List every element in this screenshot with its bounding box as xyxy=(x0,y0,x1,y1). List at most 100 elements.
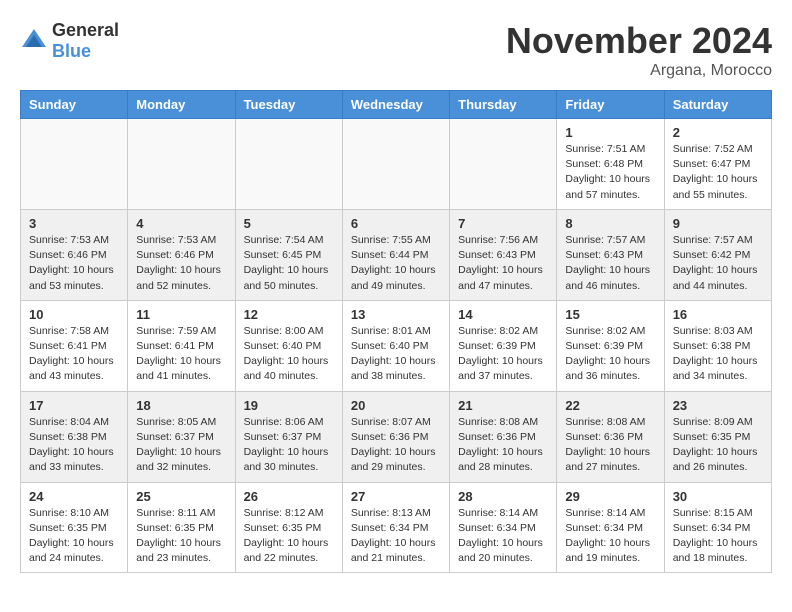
calendar-cell: 19 Sunrise: 8:06 AMSunset: 6:37 PMDayligh… xyxy=(235,391,342,482)
calendar-cell: 28Sunrise: 8:14 AMSunset: 6:34 PMDayligh… xyxy=(450,482,557,573)
day-number: 5 xyxy=(244,216,334,231)
calendar-cell: 10Sunrise: 7:58 AMSunset: 6:41 PMDayligh… xyxy=(21,300,128,391)
cell-info: Sunrise: 8:03 AMSunset: 6:38 PMDaylight:… xyxy=(673,324,763,385)
calendar-week-2: 3 Sunrise: 7:53 AMSunset: 6:46 PMDaylight… xyxy=(21,209,772,300)
calendar-cell: 2 Sunrise: 7:52 AMSunset: 6:47 PMDaylight… xyxy=(664,119,771,210)
calendar-cell: 17Sunrise: 8:04 AMSunset: 6:38 PMDayligh… xyxy=(21,391,128,482)
day-number: 26 xyxy=(244,489,334,504)
cell-info: Sunrise: 8:14 AMSunset: 6:34 PMDaylight:… xyxy=(458,506,548,567)
day-number: 3 xyxy=(29,216,119,231)
day-number: 18 xyxy=(136,398,226,413)
day-number: 29 xyxy=(565,489,655,504)
cell-info: Sunrise: 7:51 AMSunset: 6:48 PMDaylight:… xyxy=(565,142,655,203)
day-number: 10 xyxy=(29,307,119,322)
day-number: 30 xyxy=(673,489,763,504)
cell-info: Sunrise: 7:53 AMSunset: 6:46 PMDaylight:… xyxy=(136,233,226,294)
calendar-cell: 29 Sunrise: 8:14 AMSunset: 6:34 PMDayligh… xyxy=(557,482,664,573)
logo-blue-text: Blue xyxy=(52,41,91,61)
calendar-cell: 5 Sunrise: 7:54 AMSunset: 6:45 PMDaylight… xyxy=(235,209,342,300)
calendar-cell xyxy=(21,119,128,210)
cell-info: Sunrise: 8:08 AMSunset: 6:36 PMDaylight:… xyxy=(458,415,548,476)
weekday-header-wednesday: Wednesday xyxy=(342,91,449,119)
weekday-header-saturday: Saturday xyxy=(664,91,771,119)
logo-icon xyxy=(20,27,48,55)
day-number: 2 xyxy=(673,125,763,140)
calendar-cell: 9 Sunrise: 7:57 AMSunset: 6:42 PMDaylight… xyxy=(664,209,771,300)
calendar-cell: 16 Sunrise: 8:03 AMSunset: 6:38 PMDayligh… xyxy=(664,300,771,391)
cell-info: Sunrise: 8:02 AMSunset: 6:39 PMDaylight:… xyxy=(458,324,548,385)
calendar-cell: 22 Sunrise: 8:08 AMSunset: 6:36 PMDayligh… xyxy=(557,391,664,482)
day-number: 17 xyxy=(29,398,119,413)
cell-info: Sunrise: 7:56 AMSunset: 6:43 PMDaylight:… xyxy=(458,233,548,294)
calendar-week-4: 17Sunrise: 8:04 AMSunset: 6:38 PMDayligh… xyxy=(21,391,772,482)
weekday-header-friday: Friday xyxy=(557,91,664,119)
cell-info: Sunrise: 8:05 AMSunset: 6:37 PMDaylight:… xyxy=(136,415,226,476)
weekday-header-sunday: Sunday xyxy=(21,91,128,119)
day-number: 8 xyxy=(565,216,655,231)
cell-info: Sunrise: 7:59 AMSunset: 6:41 PMDaylight:… xyxy=(136,324,226,385)
cell-info: Sunrise: 8:06 AMSunset: 6:37 PMDaylight:… xyxy=(244,415,334,476)
day-number: 24 xyxy=(29,489,119,504)
weekday-header-monday: Monday xyxy=(128,91,235,119)
calendar-cell xyxy=(342,119,449,210)
calendar-cell: 18 Sunrise: 8:05 AMSunset: 6:37 PMDayligh… xyxy=(128,391,235,482)
calendar-cell: 21Sunrise: 8:08 AMSunset: 6:36 PMDayligh… xyxy=(450,391,557,482)
calendar-cell: 7 Sunrise: 7:56 AMSunset: 6:43 PMDaylight… xyxy=(450,209,557,300)
calendar-cell: 24 Sunrise: 8:10 AMSunset: 6:35 PMDayligh… xyxy=(21,482,128,573)
day-number: 11 xyxy=(136,307,226,322)
cell-info: Sunrise: 8:00 AMSunset: 6:40 PMDaylight:… xyxy=(244,324,334,385)
cell-info: Sunrise: 7:55 AMSunset: 6:44 PMDaylight:… xyxy=(351,233,441,294)
title-area: November 2024 Argana, Morocco xyxy=(506,20,772,80)
weekday-header-row: SundayMondayTuesdayWednesdayThursdayFrid… xyxy=(21,91,772,119)
cell-info: Sunrise: 7:54 AMSunset: 6:45 PMDaylight:… xyxy=(244,233,334,294)
calendar-cell xyxy=(128,119,235,210)
day-number: 20 xyxy=(351,398,441,413)
calendar-cell: 8 Sunrise: 7:57 AMSunset: 6:43 PMDaylight… xyxy=(557,209,664,300)
month-title: November 2024 xyxy=(506,20,772,62)
calendar-table: SundayMondayTuesdayWednesdayThursdayFrid… xyxy=(20,90,772,573)
cell-info: Sunrise: 8:14 AMSunset: 6:34 PMDaylight:… xyxy=(565,506,655,567)
calendar-cell: 15Sunrise: 8:02 AMSunset: 6:39 PMDayligh… xyxy=(557,300,664,391)
cell-info: Sunrise: 7:57 AMSunset: 6:42 PMDaylight:… xyxy=(673,233,763,294)
cell-info: Sunrise: 8:09 AMSunset: 6:35 PMDaylight:… xyxy=(673,415,763,476)
day-number: 16 xyxy=(673,307,763,322)
calendar-cell: 13 Sunrise: 8:01 AMSunset: 6:40 PMDayligh… xyxy=(342,300,449,391)
day-number: 6 xyxy=(351,216,441,231)
cell-info: Sunrise: 7:57 AMSunset: 6:43 PMDaylight:… xyxy=(565,233,655,294)
day-number: 12 xyxy=(244,307,334,322)
cell-info: Sunrise: 8:13 AMSunset: 6:34 PMDaylight:… xyxy=(351,506,441,567)
logo-general-text: General xyxy=(52,20,119,40)
day-number: 25 xyxy=(136,489,226,504)
calendar-cell: 6 Sunrise: 7:55 AMSunset: 6:44 PMDaylight… xyxy=(342,209,449,300)
cell-info: Sunrise: 8:11 AMSunset: 6:35 PMDaylight:… xyxy=(136,506,226,567)
cell-info: Sunrise: 8:08 AMSunset: 6:36 PMDaylight:… xyxy=(565,415,655,476)
day-number: 9 xyxy=(673,216,763,231)
day-number: 27 xyxy=(351,489,441,504)
calendar-cell xyxy=(450,119,557,210)
calendar-cell: 11 Sunrise: 7:59 AMSunset: 6:41 PMDayligh… xyxy=(128,300,235,391)
weekday-header-thursday: Thursday xyxy=(450,91,557,119)
logo: General Blue xyxy=(20,20,119,62)
calendar-cell: 1Sunrise: 7:51 AMSunset: 6:48 PMDaylight… xyxy=(557,119,664,210)
day-number: 23 xyxy=(673,398,763,413)
day-number: 7 xyxy=(458,216,548,231)
day-number: 22 xyxy=(565,398,655,413)
calendar-cell: 12 Sunrise: 8:00 AMSunset: 6:40 PMDayligh… xyxy=(235,300,342,391)
cell-info: Sunrise: 8:15 AMSunset: 6:34 PMDaylight:… xyxy=(673,506,763,567)
day-number: 13 xyxy=(351,307,441,322)
header: General Blue November 2024 Argana, Moroc… xyxy=(20,20,772,80)
cell-info: Sunrise: 7:52 AMSunset: 6:47 PMDaylight:… xyxy=(673,142,763,203)
cell-info: Sunrise: 7:53 AMSunset: 6:46 PMDaylight:… xyxy=(29,233,119,294)
calendar-cell: 30 Sunrise: 8:15 AMSunset: 6:34 PMDayligh… xyxy=(664,482,771,573)
day-number: 19 xyxy=(244,398,334,413)
location-title: Argana, Morocco xyxy=(506,62,772,80)
calendar-week-5: 24 Sunrise: 8:10 AMSunset: 6:35 PMDayligh… xyxy=(21,482,772,573)
cell-info: Sunrise: 8:07 AMSunset: 6:36 PMDaylight:… xyxy=(351,415,441,476)
day-number: 15 xyxy=(565,307,655,322)
calendar-cell: 3 Sunrise: 7:53 AMSunset: 6:46 PMDaylight… xyxy=(21,209,128,300)
cell-info: Sunrise: 8:01 AMSunset: 6:40 PMDaylight:… xyxy=(351,324,441,385)
calendar-cell: 20 Sunrise: 8:07 AMSunset: 6:36 PMDayligh… xyxy=(342,391,449,482)
calendar-cell: 26Sunrise: 8:12 AMSunset: 6:35 PMDayligh… xyxy=(235,482,342,573)
cell-info: Sunrise: 8:10 AMSunset: 6:35 PMDaylight:… xyxy=(29,506,119,567)
calendar-cell: 27 Sunrise: 8:13 AMSunset: 6:34 PMDayligh… xyxy=(342,482,449,573)
